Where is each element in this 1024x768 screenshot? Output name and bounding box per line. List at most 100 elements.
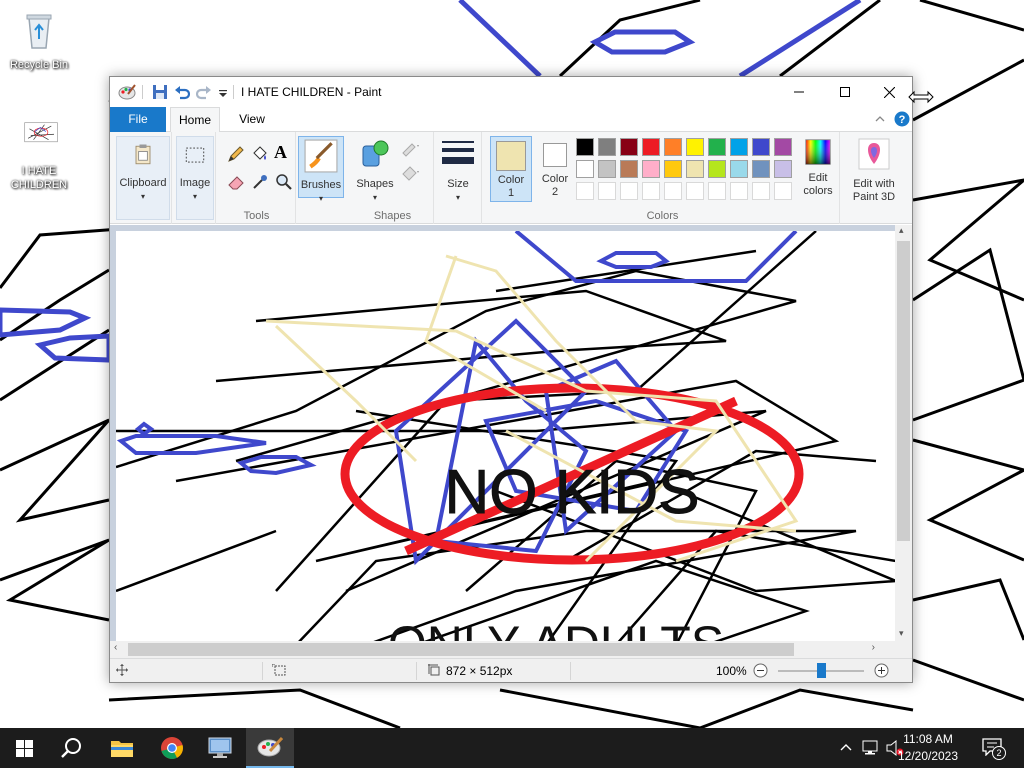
collapse-ribbon-icon[interactable] [875, 115, 885, 123]
fill-icon[interactable] [400, 162, 420, 182]
palette-swatch[interactable] [620, 138, 638, 156]
edit-colors-button[interactable]: Edit colors [798, 136, 838, 202]
custom-color-slot[interactable] [642, 182, 660, 200]
vertical-scrollbar[interactable]: ▴ ▾ [895, 225, 912, 641]
custom-color-slot[interactable] [730, 182, 748, 200]
tab-file[interactable]: File [110, 107, 166, 132]
scroll-left-icon[interactable]: ‹ [114, 642, 117, 653]
horizontal-scrollbar[interactable]: ‹ › [110, 641, 895, 658]
colors-group-label: Colors [646, 210, 679, 222]
palette-swatch[interactable] [708, 138, 726, 156]
palette-swatch[interactable] [686, 160, 704, 178]
scroll-down-icon[interactable]: ▾ [899, 628, 904, 639]
taskbar-paint[interactable] [246, 728, 294, 768]
palette-swatch[interactable] [642, 160, 660, 178]
action-center-button[interactable]: 2 [980, 736, 1008, 760]
show-hidden-icons-icon[interactable] [840, 742, 852, 752]
maximize-button[interactable] [822, 77, 868, 107]
palette-swatch[interactable] [730, 160, 748, 178]
taskbar-file-explorer[interactable] [98, 728, 146, 768]
colors-group: Color 1 Color 2 Edit colors Colors [486, 132, 840, 224]
brushes-button[interactable]: Brushes ▾ [298, 136, 344, 203]
network-icon[interactable] [862, 740, 880, 756]
custom-color-slot[interactable] [708, 182, 726, 200]
palette-swatch[interactable] [664, 160, 682, 178]
zoom-in-icon[interactable] [874, 663, 889, 678]
custom-color-slot[interactable] [686, 182, 704, 200]
start-button[interactable] [0, 728, 48, 768]
taskbar-remote-desktop[interactable] [196, 728, 244, 768]
palette-swatch[interactable] [708, 160, 726, 178]
custom-color-slot[interactable] [598, 182, 616, 200]
palette-swatch[interactable] [774, 160, 792, 178]
palette-swatch[interactable] [752, 160, 770, 178]
palette-swatch[interactable] [686, 138, 704, 156]
palette-swatch[interactable] [598, 160, 616, 178]
save-icon[interactable] [152, 84, 168, 100]
undo-icon[interactable] [174, 84, 190, 100]
magnifier-icon[interactable] [274, 172, 294, 192]
outline-icon[interactable] [400, 138, 420, 158]
close-icon [883, 86, 895, 98]
customize-quick-access-icon[interactable] [218, 84, 228, 100]
maximize-icon [840, 87, 850, 97]
paint-app-icon[interactable] [118, 84, 136, 100]
text-icon[interactable]: A [274, 142, 294, 162]
zoom-out-icon[interactable] [753, 663, 768, 678]
color1-button[interactable]: Color 1 [490, 136, 532, 202]
edit-with-paint3d-button[interactable]: Edit with Paint 3D [844, 136, 904, 203]
color2-button[interactable]: Color 2 [536, 136, 574, 202]
palette-swatch[interactable] [752, 138, 770, 156]
redo-icon[interactable] [196, 84, 212, 100]
palette-swatch[interactable] [664, 138, 682, 156]
clock-time: 11:08 AM [903, 732, 953, 746]
tab-home[interactable]: Home [170, 107, 220, 133]
recycle-bin-icon [26, 14, 52, 49]
desktop-icon-label: I HATE CHILDREN [10, 165, 68, 191]
palette-swatch[interactable] [642, 138, 660, 156]
close-button[interactable] [866, 77, 912, 107]
taskbar-chrome[interactable] [148, 728, 196, 768]
tab-view[interactable]: View [226, 107, 278, 132]
custom-color-slot[interactable] [752, 182, 770, 200]
eraser-icon[interactable] [226, 172, 246, 192]
shapes-button[interactable]: Shapes ▾ [354, 136, 396, 202]
palette-swatch[interactable] [576, 160, 594, 178]
custom-color-slot[interactable] [664, 182, 682, 200]
palette-swatch[interactable] [774, 138, 792, 156]
desktop-icon-image-file[interactable]: I HATE CHILDREN [1, 122, 77, 192]
palette-swatch[interactable] [620, 160, 638, 178]
palette-swatch[interactable] [576, 138, 594, 156]
palette-swatch[interactable] [598, 138, 616, 156]
custom-color-slot[interactable] [576, 182, 594, 200]
palette-swatch[interactable] [730, 138, 748, 156]
status-separator [262, 662, 263, 680]
minimize-button[interactable] [776, 77, 822, 107]
pencil-icon[interactable] [226, 144, 246, 164]
tools-group-label: Tools [243, 210, 270, 222]
canvas-text-top: NO KIDS [445, 458, 700, 527]
clipboard-icon [135, 144, 151, 165]
drawing-canvas[interactable]: NO KIDS ONLY ADULTS [116, 231, 896, 645]
selection-size-icon [272, 664, 286, 676]
custom-color-slot[interactable] [620, 182, 638, 200]
paint3d-label-2: Paint 3D [852, 191, 896, 203]
clipboard-button[interactable]: Clipboard ▾ [116, 136, 170, 220]
line-size-icon [442, 141, 474, 164]
vertical-scroll-thumb[interactable] [897, 241, 910, 541]
image-button[interactable]: Image ▾ [176, 136, 214, 220]
horizontal-scroll-thumb[interactable] [128, 643, 794, 656]
clipboard-group: Clipboard ▾ [114, 132, 172, 224]
zoom-slider-thumb[interactable] [817, 663, 826, 678]
size-button[interactable]: Size ▾ [438, 136, 478, 202]
fill-bucket-icon[interactable] [250, 144, 270, 164]
desktop-icon-recycle-bin[interactable]: Recycle Bin [1, 8, 77, 72]
search-button[interactable] [48, 728, 96, 768]
scroll-right-icon[interactable]: › [872, 642, 875, 653]
custom-color-slot[interactable] [774, 182, 792, 200]
scroll-up-icon[interactable]: ▴ [899, 225, 904, 236]
help-icon[interactable]: ? [894, 111, 910, 127]
color2-number: 2 [551, 186, 559, 198]
system-clock[interactable]: 11:08 AM 12/20/2023 [890, 731, 966, 765]
color-picker-icon[interactable] [250, 172, 270, 192]
